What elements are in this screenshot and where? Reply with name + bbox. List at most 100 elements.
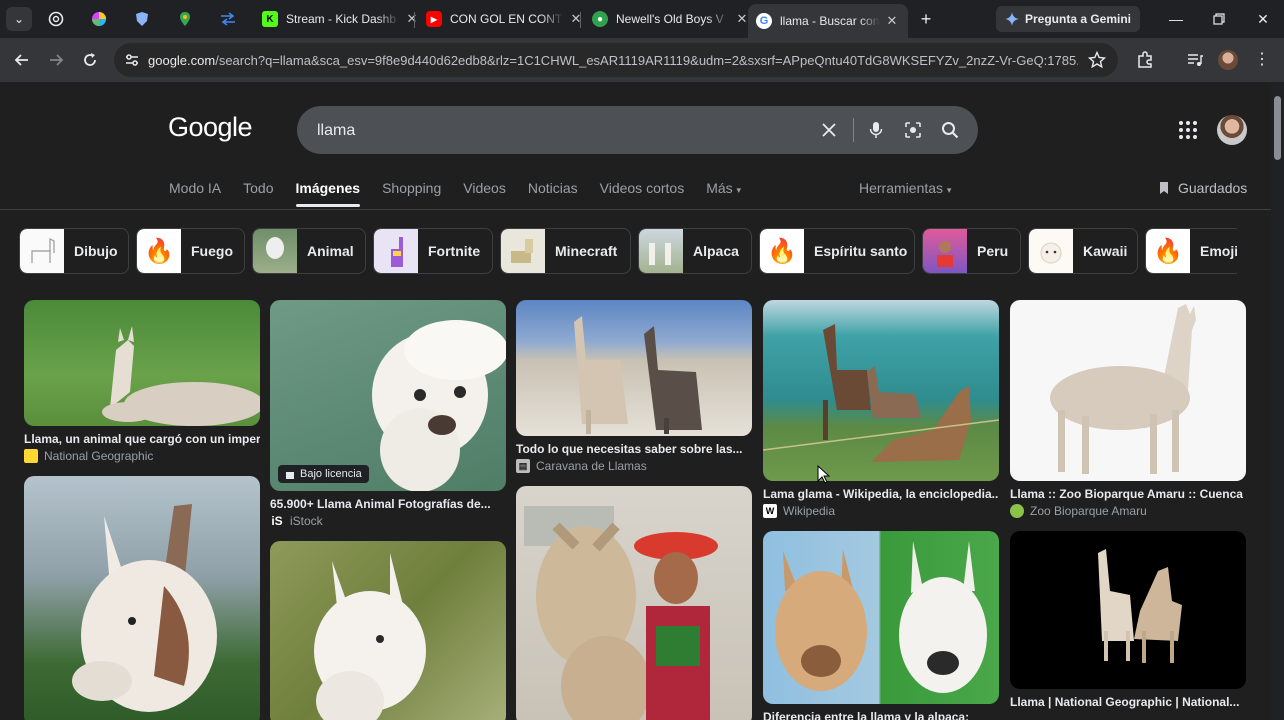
image-result[interactable] bbox=[24, 476, 260, 720]
chip-dibujo[interactable]: Dibujo bbox=[19, 228, 129, 274]
image-result[interactable] bbox=[516, 486, 752, 720]
chatgpt-icon bbox=[48, 11, 64, 27]
tab-imagenes[interactable]: Imágenes bbox=[295, 180, 360, 207]
voice-search-button[interactable] bbox=[864, 118, 888, 142]
tab-mas[interactable]: Más ▾ bbox=[706, 180, 741, 204]
search-input[interactable] bbox=[315, 118, 799, 144]
tools-button[interactable]: Herramientas ▾ bbox=[859, 180, 951, 196]
peru-thumbnail bbox=[923, 229, 967, 273]
image-result[interactable] bbox=[270, 541, 506, 720]
result-image-alpaca-closeup[interactable]: Bajo licencia bbox=[270, 300, 506, 491]
pinned-tab-chatgpt[interactable] bbox=[45, 8, 67, 30]
chrome-menu-button[interactable]: ⋮ bbox=[1250, 48, 1274, 72]
reload-icon bbox=[84, 53, 96, 66]
image-result[interactable]: Llama :: Zoo Bioparque Amaru :: Cuenca -… bbox=[1010, 300, 1246, 518]
plus-icon: + bbox=[920, 8, 932, 29]
new-tab-button[interactable]: + bbox=[915, 8, 937, 30]
pinned-tab-maps[interactable] bbox=[174, 8, 196, 30]
saved-button[interactable]: Guardados bbox=[1158, 180, 1247, 196]
result-image-llama-portrait[interactable] bbox=[24, 476, 260, 720]
restore-button[interactable] bbox=[1208, 8, 1230, 30]
account-avatar[interactable] bbox=[1217, 115, 1247, 145]
site-settings-icon[interactable] bbox=[124, 52, 140, 68]
close-icon[interactable]: ✕ bbox=[884, 13, 900, 29]
restore-icon bbox=[1213, 13, 1225, 25]
camera-lens-icon bbox=[905, 122, 921, 138]
lens-search-button[interactable] bbox=[901, 118, 925, 142]
tab-newells[interactable]: ● Newell's Old Boys V ✕ bbox=[584, 4, 758, 34]
tab-shopping[interactable]: Shopping bbox=[382, 180, 441, 204]
result-image-llama-white[interactable] bbox=[270, 541, 506, 720]
tab-divider bbox=[414, 12, 415, 28]
mouse-cursor-icon bbox=[817, 465, 830, 484]
close-icon[interactable]: ✕ bbox=[568, 11, 584, 27]
pinned-tab-colorwheel[interactable] bbox=[88, 8, 110, 30]
result-image-llama-vs-alpaca[interactable] bbox=[763, 531, 999, 704]
chevron-down-icon: ⌄ bbox=[13, 12, 25, 26]
image-result[interactable]: Bajo licencia 65.900+ Llama Animal Fotog… bbox=[270, 300, 506, 528]
close-icon: ✕ bbox=[1257, 10, 1269, 27]
extensions-button[interactable] bbox=[1133, 48, 1157, 72]
back-button[interactable] bbox=[10, 48, 34, 72]
google-logo[interactable]: Google bbox=[168, 112, 253, 143]
refinement-chips: Dibujo 🔥 Fuego Animal Fortnite Minecraft … bbox=[19, 228, 1237, 274]
result-image-two-llamas-black-bg[interactable] bbox=[1010, 531, 1246, 689]
tab-noticias[interactable]: Noticias bbox=[528, 180, 578, 204]
image-result[interactable]: Lama glama - Wikipedia, la enciclopedia.… bbox=[763, 300, 999, 518]
address-bar[interactable]: google.com/search?q=llama&sca_esv=9f8e9d… bbox=[114, 43, 1118, 77]
reload-button[interactable] bbox=[78, 48, 102, 72]
gemini-button[interactable]: Pregunta a Gemini bbox=[996, 6, 1140, 32]
result-image-llamas-by-water[interactable] bbox=[763, 300, 999, 481]
search-box[interactable] bbox=[297, 106, 978, 154]
result-image-llama-white-bg[interactable] bbox=[1010, 300, 1246, 481]
search-submit-button[interactable] bbox=[938, 118, 962, 142]
minimize-button[interactable]: — bbox=[1165, 8, 1187, 30]
clear-search-button[interactable] bbox=[817, 118, 841, 142]
image-result[interactable]: Llama, un animal que cargó con un imperi… bbox=[24, 300, 260, 463]
tab-todo[interactable]: Todo bbox=[243, 180, 273, 204]
result-image-two-llamas-salt-flat[interactable] bbox=[516, 300, 752, 436]
image-result[interactable]: Todo lo que necesitas saber sobre las...… bbox=[516, 300, 752, 473]
caravana-icon: ▤ bbox=[516, 459, 530, 473]
close-icon bbox=[822, 123, 836, 137]
tab-google-search[interactable]: G llama - Buscar con G ✕ bbox=[748, 4, 908, 38]
browser-tab-strip: ⌄ K Stream - Kick Dashb ✕ ▶ CON GOL EN C… bbox=[0, 0, 1284, 38]
google-icon: G bbox=[756, 13, 772, 29]
arrow-left-icon bbox=[14, 54, 28, 66]
chip-animal[interactable]: Animal bbox=[252, 228, 366, 274]
tab-kick[interactable]: K Stream - Kick Dashb ✕ bbox=[254, 4, 428, 34]
page-scrollbar[interactable] bbox=[1271, 82, 1284, 720]
result-image-llama-lying[interactable] bbox=[24, 300, 260, 426]
tab-videos-cortos[interactable]: Videos cortos bbox=[600, 180, 685, 204]
tab-search-button[interactable]: ⌄ bbox=[6, 7, 32, 31]
chip-emoji[interactable]: 🔥 Emoji bbox=[1145, 228, 1237, 274]
pinned-tab-shield[interactable] bbox=[131, 8, 153, 30]
shopping-bag-icon bbox=[286, 472, 294, 479]
media-controls-button[interactable] bbox=[1183, 48, 1207, 72]
search-icon bbox=[942, 122, 959, 139]
chip-fortnite[interactable]: Fortnite bbox=[373, 228, 493, 274]
istock-icon: iS bbox=[271, 514, 283, 528]
chip-kawaii[interactable]: Kawaii bbox=[1028, 228, 1138, 274]
chip-fuego[interactable]: 🔥 Fuego bbox=[136, 228, 245, 274]
image-result[interactable]: Diferencia entre la llama y la alpaca: bbox=[763, 531, 999, 720]
result-image-girl-with-llama[interactable] bbox=[516, 486, 752, 720]
chip-peru[interactable]: Peru bbox=[922, 228, 1021, 274]
pinned-tab-arrows[interactable] bbox=[217, 8, 239, 30]
tab-divider bbox=[580, 12, 581, 28]
chip-alpaca[interactable]: Alpaca bbox=[638, 228, 752, 274]
bookmark-star-icon[interactable] bbox=[1088, 51, 1106, 69]
kawaii-llama-thumbnail bbox=[1029, 229, 1073, 273]
tab-modo-ia[interactable]: Modo IA bbox=[169, 180, 221, 204]
close-window-button[interactable]: ✕ bbox=[1252, 8, 1274, 30]
chip-minecraft[interactable]: Minecraft bbox=[500, 228, 631, 274]
image-result[interactable]: Llama | National Geographic | National..… bbox=[1010, 531, 1246, 709]
chip-espiritu-santo[interactable]: 🔥 Espíritu santo bbox=[759, 228, 915, 274]
google-apps-grid-icon[interactable] bbox=[1176, 118, 1200, 142]
zoo-icon bbox=[1010, 504, 1024, 518]
scrollbar-thumb[interactable] bbox=[1274, 96, 1281, 160]
forward-button[interactable] bbox=[44, 48, 68, 72]
tab-youtube[interactable]: ▶ CON GOL EN CONT ✕ bbox=[418, 4, 592, 34]
tab-videos[interactable]: Videos bbox=[463, 180, 506, 204]
profile-button[interactable] bbox=[1216, 48, 1240, 72]
